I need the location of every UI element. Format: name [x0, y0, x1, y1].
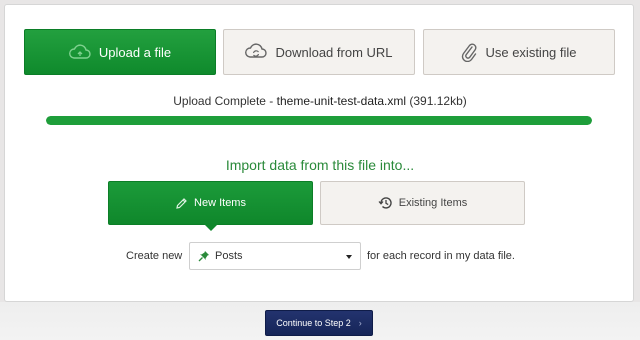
- pencil-icon: [175, 197, 188, 210]
- paperclip-icon: [461, 42, 477, 62]
- post-type-value: Posts: [215, 250, 243, 262]
- upload-status-prefix: Upload Complete -: [173, 94, 277, 108]
- upload-file-button[interactable]: Upload a file: [24, 29, 216, 75]
- chevron-down-icon: [346, 255, 352, 259]
- existing-items-label: Existing Items: [398, 197, 468, 209]
- download-from-url-label: Download from URL: [275, 44, 393, 60]
- create-new-row: Create new Posts for each record in my d…: [5, 242, 635, 270]
- continue-to-step-2-button[interactable]: Continue to Step 2 ›: [265, 310, 373, 336]
- download-from-url-button[interactable]: Download from URL: [223, 29, 415, 75]
- upload-status: Upload Complete - theme-unit-test-data.x…: [5, 94, 635, 108]
- selected-mode-pointer: [204, 224, 218, 231]
- history-icon: [378, 196, 393, 210]
- use-existing-file-button[interactable]: Use existing file: [423, 29, 615, 75]
- upload-filesize: (391.12kb): [409, 94, 467, 108]
- cloud-upload-icon: [68, 44, 91, 60]
- continue-label: Continue to Step 2: [276, 318, 351, 328]
- create-new-suffix: for each record in my data file.: [367, 250, 515, 262]
- create-new-label: Create new: [126, 250, 183, 262]
- upload-file-label: Upload a file: [98, 44, 172, 60]
- chevron-right-icon: ›: [358, 318, 362, 328]
- new-items-button[interactable]: New Items: [108, 181, 313, 225]
- upload-progress-bar: [46, 116, 592, 125]
- cloud-refresh-icon: [245, 43, 268, 61]
- post-type-select[interactable]: Posts: [189, 242, 361, 270]
- existing-items-button[interactable]: Existing Items: [320, 181, 525, 225]
- upload-progress-fill: [46, 116, 592, 125]
- new-items-label: New Items: [194, 197, 246, 209]
- import-heading: Import data from this file into...: [225, 157, 415, 173]
- use-existing-file-label: Use existing file: [485, 44, 577, 60]
- upload-filename: theme-unit-test-data.xml: [276, 94, 407, 108]
- pushpin-icon: [198, 250, 210, 262]
- import-panel: Upload a file Download from URL Use exis…: [4, 4, 634, 302]
